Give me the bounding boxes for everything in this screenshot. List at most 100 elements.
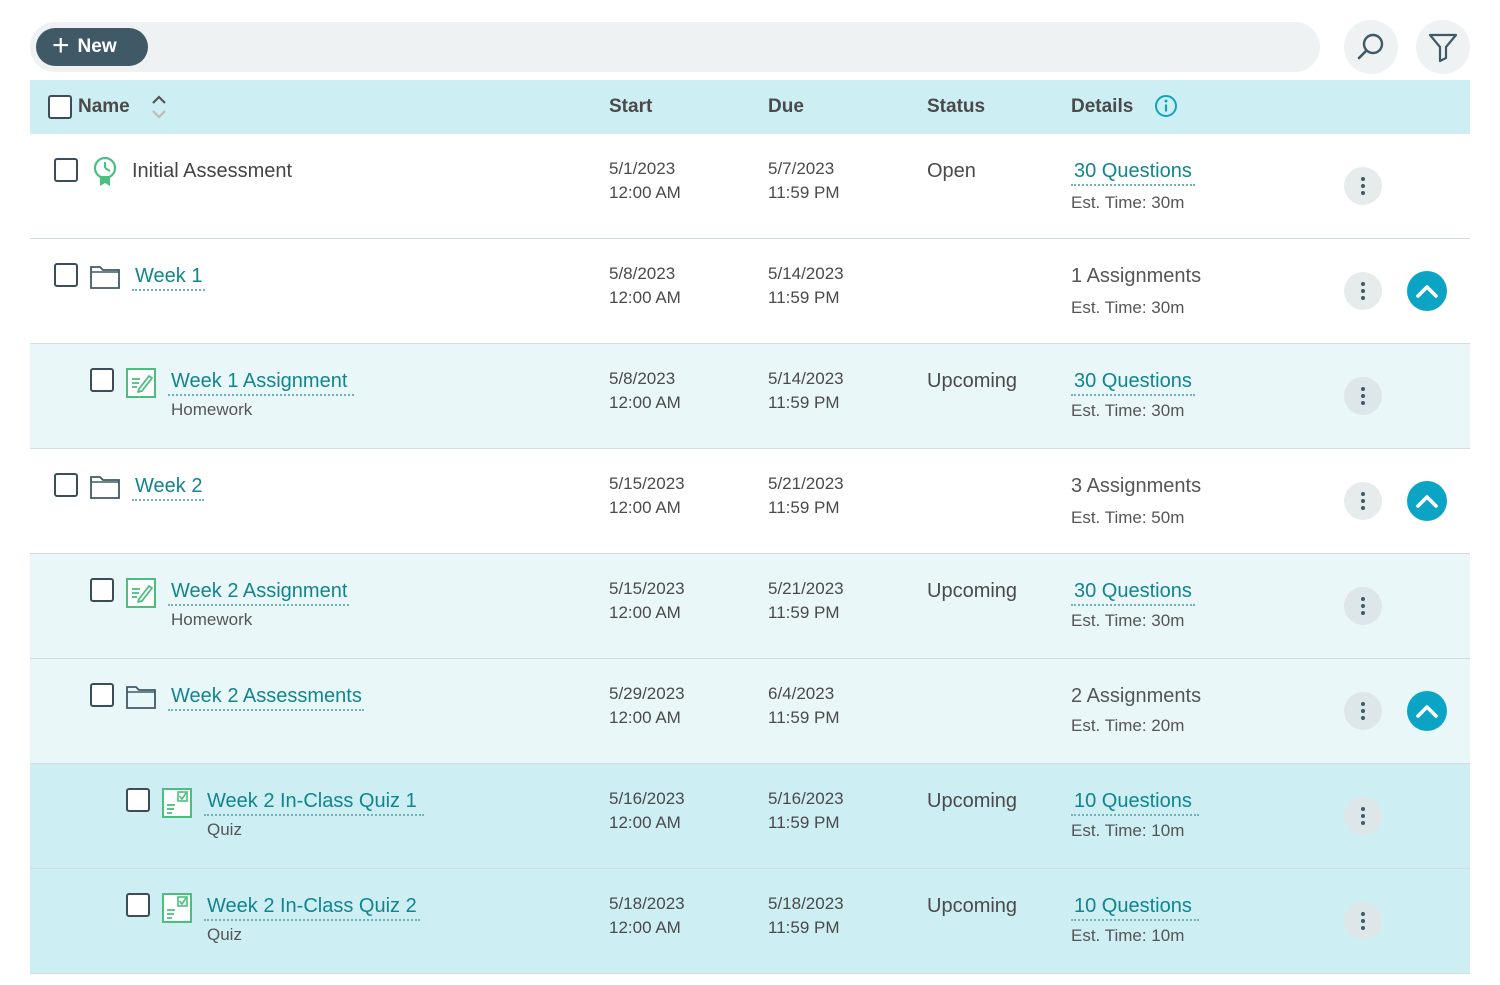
- more-options-button[interactable]: [1344, 587, 1382, 625]
- table-row: Week 2 In-Class Quiz 2 Quiz 5/18/2023 12…: [30, 869, 1470, 974]
- assignment-count: 2 Assignments: [1071, 685, 1202, 707]
- due-time: 11:59 PM: [768, 918, 840, 937]
- search-button[interactable]: [1344, 20, 1398, 74]
- row-name-link[interactable]: Week 2 In-Class Quiz 2: [204, 895, 420, 921]
- due-date: 5/14/2023: [768, 369, 844, 388]
- more-options-button[interactable]: [1344, 482, 1382, 520]
- row-subtype: Homework: [171, 610, 253, 629]
- row-name-link[interactable]: Week 2 Assessments: [168, 685, 364, 711]
- row-checkbox[interactable]: [90, 578, 114, 602]
- est-time: Est. Time: 30m: [1071, 193, 1185, 212]
- more-options-button[interactable]: [1344, 692, 1382, 730]
- due-date: 5/16/2023: [768, 789, 844, 808]
- est-time: Est. Time: 10m: [1071, 821, 1185, 840]
- start-date-cell: 5/1/2023 12:00 AM: [609, 157, 681, 205]
- table-row: Initial Assessment 5/1/2023 12:00 AM 5/7…: [30, 134, 1470, 239]
- row-name-link[interactable]: Week 1 Assignment: [168, 370, 355, 396]
- more-options-button[interactable]: [1344, 797, 1382, 835]
- row-checkbox[interactable]: [54, 263, 78, 287]
- due-time: 11:59 PM: [768, 183, 840, 202]
- row-subtype: Quiz: [207, 820, 242, 839]
- status-text: Upcoming: [927, 895, 1018, 917]
- folder-icon: [126, 686, 156, 709]
- table-row: Week 2 5/15/2023 12:00 AM 5/21/2023 11:5…: [30, 449, 1470, 554]
- est-time: Est. Time: 10m: [1071, 926, 1185, 945]
- row-checkbox[interactable]: [90, 683, 114, 707]
- questions-link[interactable]: 10 Questions: [1071, 790, 1199, 816]
- status-text: Open: [927, 160, 976, 182]
- table-row: Week 2 Assessments 5/29/2023 12:00 AM 6/…: [30, 659, 1470, 764]
- collapse-button[interactable]: [1407, 481, 1447, 521]
- toolbar-bar: + New: [30, 22, 1320, 72]
- folder-icon: [90, 266, 120, 289]
- est-time: Est. Time: 30m: [1071, 401, 1185, 420]
- new-button[interactable]: + New: [36, 28, 148, 66]
- status-text: Upcoming: [927, 790, 1018, 812]
- chevron-up-icon: [1416, 495, 1438, 508]
- more-options-button[interactable]: [1344, 272, 1382, 310]
- row-checkbox[interactable]: [54, 158, 78, 182]
- questions-link[interactable]: 30 Questions: [1071, 370, 1195, 396]
- start-date: 5/8/2023: [609, 369, 676, 388]
- start-time: 12:00 AM: [609, 498, 681, 517]
- start-time: 12:00 AM: [609, 708, 681, 727]
- kebab-icon: [1361, 807, 1365, 825]
- assignments-table: Name Start Due Status Details Initial As…: [30, 80, 1470, 974]
- kebab-icon: [1361, 912, 1365, 930]
- start-date: 5/16/2023: [609, 789, 685, 808]
- kebab-icon: [1361, 387, 1365, 405]
- due-date-cell: 5/14/2023 11:59 PM: [768, 262, 844, 310]
- status-text: Upcoming: [927, 580, 1018, 602]
- sort-icon[interactable]: [148, 93, 170, 121]
- questions-link[interactable]: 30 Questions: [1071, 160, 1195, 186]
- table-header: Name Start Due Status Details: [30, 80, 1470, 134]
- start-date: 5/29/2023: [609, 684, 685, 703]
- assignment-count: 1 Assignments: [1071, 265, 1202, 287]
- kebab-icon: [1361, 597, 1365, 615]
- collapse-button[interactable]: [1407, 691, 1447, 731]
- questions-link[interactable]: 10 Questions: [1071, 895, 1199, 921]
- table-row: Week 2 In-Class Quiz 1 Quiz 5/16/2023 12…: [30, 764, 1470, 869]
- status-text: Upcoming: [927, 370, 1018, 392]
- kebab-icon: [1361, 282, 1365, 300]
- due-time: 11:59 PM: [768, 708, 840, 727]
- plus-icon: +: [52, 28, 70, 62]
- more-options-button[interactable]: [1344, 377, 1382, 415]
- info-icon[interactable]: [1154, 94, 1178, 118]
- start-date-cell: 5/18/2023 12:00 AM: [609, 892, 685, 940]
- questions-link[interactable]: 30 Questions: [1071, 580, 1195, 606]
- kebab-icon: [1361, 492, 1365, 510]
- select-all-checkbox[interactable]: [48, 95, 72, 119]
- row-checkbox[interactable]: [54, 473, 78, 497]
- start-date: 5/8/2023: [609, 264, 676, 283]
- row-checkbox[interactable]: [126, 788, 150, 812]
- due-time: 11:59 PM: [768, 603, 840, 622]
- row-checkbox[interactable]: [126, 893, 150, 917]
- due-date: 5/7/2023: [768, 159, 835, 178]
- table-row: Week 1 Assignment Homework 5/8/2023 12:0…: [30, 344, 1470, 449]
- folder-icon: [90, 476, 120, 499]
- table-row: Week 2 Assignment Homework 5/15/2023 12:…: [30, 554, 1470, 659]
- row-name-link[interactable]: Week 2 In-Class Quiz 1: [204, 790, 424, 816]
- start-time: 12:00 AM: [609, 393, 681, 412]
- collapse-button[interactable]: [1407, 271, 1447, 311]
- est-time: Est. Time: 30m: [1071, 298, 1185, 317]
- more-options-button[interactable]: [1344, 167, 1382, 205]
- row-name-link[interactable]: Week 2 Assignment: [168, 580, 350, 606]
- homework-icon: [126, 368, 156, 398]
- start-date: 5/15/2023: [609, 579, 685, 598]
- header-name: Name: [78, 96, 130, 117]
- filter-button[interactable]: [1416, 20, 1470, 74]
- row-name: Initial Assessment: [132, 160, 293, 182]
- row-name-link[interactable]: Week 2: [132, 475, 205, 501]
- toolbar: + New: [30, 20, 1470, 74]
- badge-icon: [93, 156, 117, 186]
- row-name-link[interactable]: Week 1: [132, 265, 206, 291]
- est-time: Est. Time: 20m: [1071, 716, 1185, 735]
- due-time: 11:59 PM: [768, 288, 840, 307]
- due-date-cell: 5/14/2023 11:59 PM: [768, 367, 844, 415]
- table-row: Week 1 5/8/2023 12:00 AM 5/14/2023 11:59…: [30, 239, 1470, 344]
- row-checkbox[interactable]: [90, 368, 114, 392]
- new-button-label: New: [77, 36, 117, 57]
- more-options-button[interactable]: [1344, 902, 1382, 940]
